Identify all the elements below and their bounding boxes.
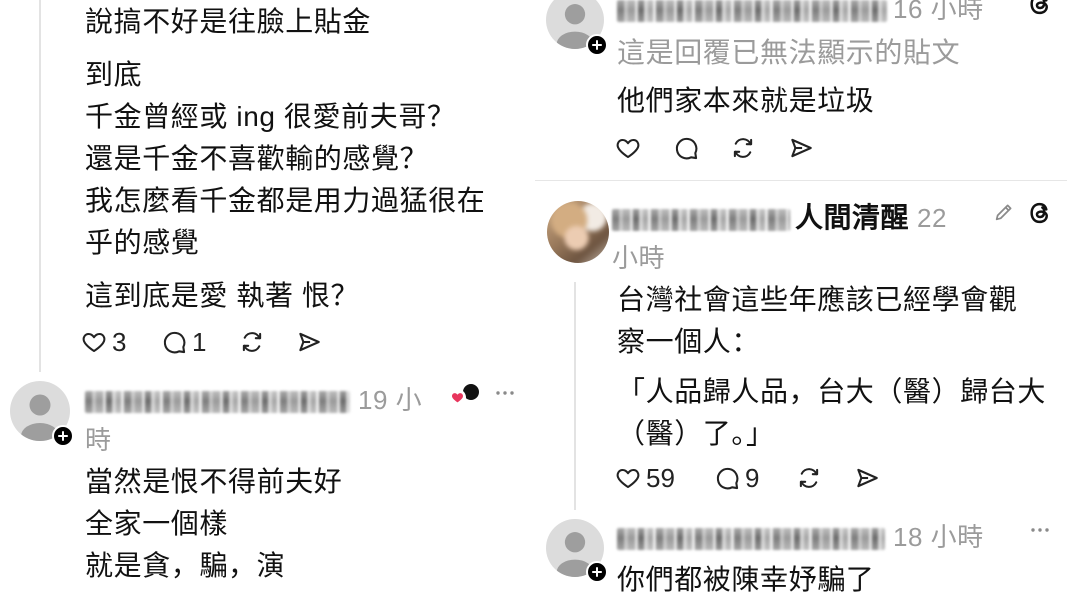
follow-plus-button[interactable] bbox=[586, 34, 608, 56]
reply-header: 16 小時 bbox=[617, 0, 984, 29]
reply-header: 19 小時 bbox=[85, 380, 435, 460]
avatar-photo bbox=[547, 201, 609, 263]
like-button[interactable] bbox=[615, 135, 641, 161]
reply-body: 當然是恨不得前夫好 全家一個樣 就是貪，騙，演 bbox=[85, 461, 342, 587]
reply-paragraph: 「人品歸人品，台大（醫）歸台大 （醫）了。」 bbox=[617, 371, 1046, 455]
plus-icon bbox=[57, 430, 69, 442]
thread-connector-line bbox=[574, 282, 576, 510]
reply-body: 他們家本來就是垃圾 bbox=[617, 80, 874, 122]
reply-button[interactable] bbox=[673, 135, 699, 161]
comment-icon bbox=[716, 467, 739, 490]
like-button[interactable]: 59 bbox=[615, 465, 675, 491]
context-note-text: 這是回覆已無法顯示的貼文 bbox=[617, 37, 961, 68]
share-button[interactable] bbox=[296, 329, 322, 355]
repost-icon bbox=[799, 468, 819, 488]
comment-icon bbox=[675, 137, 698, 160]
pencil-icon bbox=[995, 204, 1012, 221]
post-text-line: 還是千金不喜歡輸的感覺？ bbox=[85, 143, 429, 174]
reply-body: 你們都被陳幸妤騙了 bbox=[617, 560, 874, 600]
right-screenshot-panel: 16 小時 這是回覆已無法顯示的貼文 他們家本來就是垃圾 人間清醒 22 小時 台… bbox=[535, 0, 1067, 600]
reply-paragraph: 台灣社會這些年應該已經學會觀 察一個人： bbox=[617, 279, 1046, 363]
follow-plus-button[interactable] bbox=[52, 425, 74, 447]
reaction-heart-badge bbox=[449, 389, 466, 406]
share-icon bbox=[857, 468, 878, 488]
post-paragraph: 到底 千金曾經或 ing 很愛前夫哥？ 還是千金不喜歡輸的感覺？ 我怎麼看千金都… bbox=[85, 54, 485, 264]
reply-text-line: 就是貪，騙，演 bbox=[85, 550, 286, 581]
reply-count: 9 bbox=[745, 463, 760, 493]
heart-icon bbox=[616, 138, 640, 159]
share-button[interactable] bbox=[788, 135, 814, 161]
reply-context-note: 這是回覆已無法顯示的貼文 bbox=[617, 32, 960, 74]
repost-button[interactable] bbox=[239, 329, 265, 355]
heart-icon bbox=[82, 332, 106, 353]
username-redacted[interactable] bbox=[612, 209, 790, 232]
follow-plus-button[interactable] bbox=[586, 561, 608, 583]
reply-text-line: 他們家本來就是垃圾 bbox=[617, 85, 875, 116]
reply-text-line: 當然是恨不得前夫好 bbox=[85, 466, 343, 497]
timestamp: 18 小時 bbox=[893, 522, 984, 552]
username-redacted[interactable] bbox=[85, 391, 350, 414]
username-redacted[interactable] bbox=[617, 0, 887, 23]
heart-filled-icon bbox=[452, 393, 463, 403]
repost-button[interactable] bbox=[730, 135, 756, 161]
post-text-line: 乎的感覺 bbox=[85, 227, 200, 258]
reply-text-line: 台灣社會這些年應該已經學會觀 bbox=[617, 284, 1018, 315]
reply-text-line: 你們都被陳幸妤騙了 bbox=[617, 564, 875, 595]
post-paragraph: 這到底是愛 執著 恨？ bbox=[85, 275, 485, 317]
reply-text-line: 察一個人： bbox=[617, 326, 761, 357]
post-text-line: 千金曾經或 ing 很愛前夫哥？ bbox=[85, 101, 456, 132]
post-paragraph: 說搞不好是往臉上貼金 bbox=[85, 1, 485, 43]
threads-logo-icon bbox=[1030, 202, 1048, 224]
username-redacted[interactable] bbox=[617, 528, 885, 551]
post-text-line: 到底 bbox=[85, 59, 143, 90]
like-count: 3 bbox=[112, 327, 127, 357]
like-button[interactable]: 3 bbox=[81, 329, 126, 355]
heart-icon bbox=[616, 468, 640, 489]
reply-divider bbox=[535, 180, 1067, 181]
repost-button[interactable] bbox=[796, 465, 822, 491]
share-button[interactable] bbox=[854, 465, 880, 491]
repost-icon bbox=[242, 332, 262, 352]
thread-connector-line bbox=[39, 0, 41, 372]
more-icon[interactable] bbox=[1028, 518, 1052, 542]
share-icon bbox=[791, 138, 812, 158]
reply-text-line: 全家一個樣 bbox=[85, 508, 229, 539]
like-count: 59 bbox=[646, 463, 675, 493]
plus-icon bbox=[591, 566, 603, 578]
repost-icon bbox=[733, 138, 753, 158]
reply-button[interactable]: 1 bbox=[161, 329, 206, 355]
post-text-line: 我怎麼看千金都是用力過猛很在 bbox=[85, 185, 486, 216]
reply-text-line: 「人品歸人品，台大（醫）歸台大 bbox=[617, 376, 1047, 407]
timestamp: 16 小時 bbox=[893, 0, 984, 24]
share-icon bbox=[299, 332, 320, 352]
more-icon[interactable] bbox=[493, 381, 517, 405]
reply-header: 人間清醒 22 小時 bbox=[612, 198, 964, 278]
post-text-line: 這到底是愛 執著 恨？ bbox=[85, 280, 360, 311]
post-text-line: 說搞不好是往臉上貼金 bbox=[85, 6, 372, 37]
display-name[interactable]: 人間清醒 bbox=[795, 202, 909, 233]
comment-icon bbox=[163, 331, 186, 354]
reply-header: 18 小時 bbox=[617, 517, 984, 557]
plus-icon bbox=[591, 39, 603, 51]
avatar-photo-redacted[interactable] bbox=[547, 201, 609, 263]
reply-button[interactable]: 9 bbox=[714, 465, 759, 491]
threads-logo-icon bbox=[1030, 0, 1048, 15]
reply-text-line: （醫）了。」 bbox=[617, 418, 775, 449]
reply-body: 台灣社會這些年應該已經學會觀 察一個人： 「人品歸人品，台大（醫）歸台大 （醫）… bbox=[617, 279, 1046, 455]
reply-count: 1 bbox=[192, 327, 207, 357]
post-body: 說搞不好是往臉上貼金 到底 千金曾經或 ing 很愛前夫哥？ 還是千金不喜歡輸的… bbox=[85, 1, 485, 317]
left-screenshot-panel: 說搞不好是往臉上貼金 到底 千金曾經或 ing 很愛前夫哥？ 還是千金不喜歡輸的… bbox=[0, 0, 530, 600]
